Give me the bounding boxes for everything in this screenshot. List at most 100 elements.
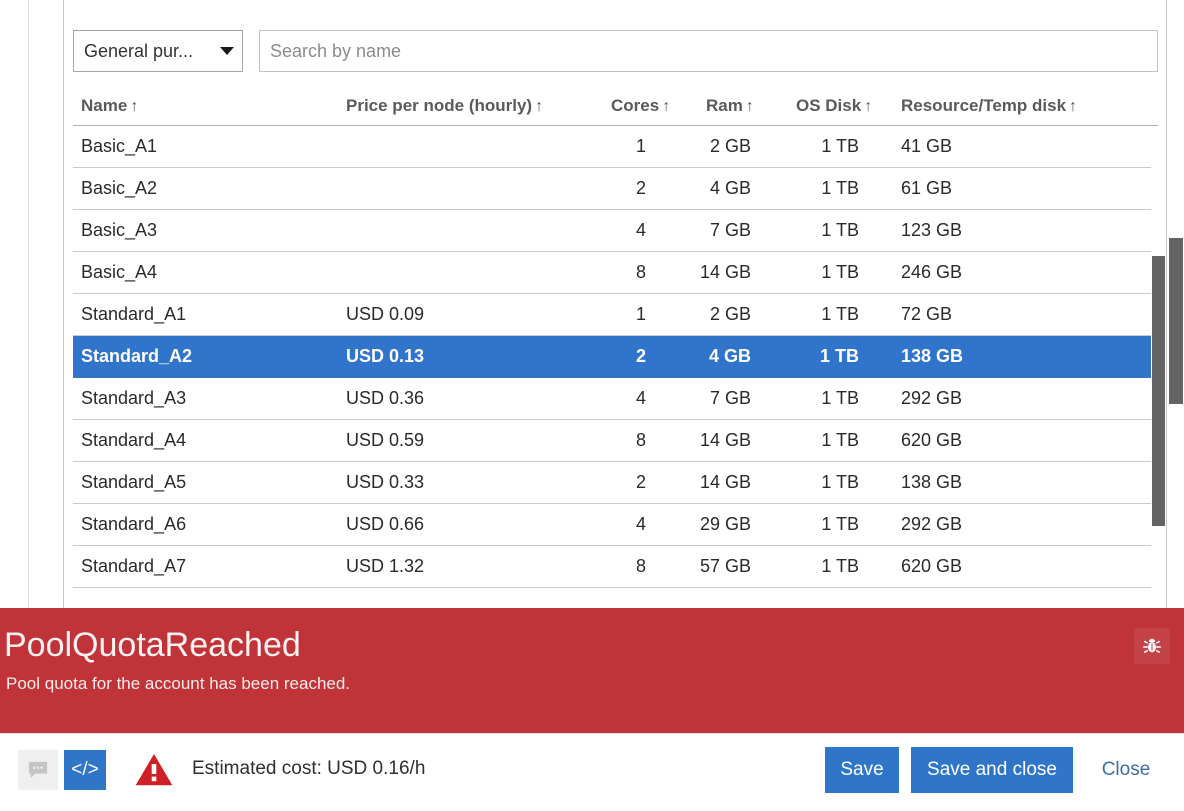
column-header-name-label: Name (81, 95, 128, 115)
page-scrollbar-track[interactable] (1168, 0, 1184, 608)
cell-cores: 4 (635, 220, 646, 240)
cell-name: Standard_A6 (81, 514, 187, 534)
chat-bubble-icon (28, 761, 48, 779)
table-row[interactable]: Basic_A4 8 14 GB 1 TB 246 GB (73, 252, 1158, 294)
table-row[interactable]: Basic_A2 2 4 GB 1 TB 61 GB (73, 168, 1158, 210)
cell-os-disk: 1 TB (821, 514, 859, 534)
filter-row: General pur... (73, 30, 1158, 72)
chevron-down-icon (220, 47, 234, 55)
cell-os-disk: 1 TB (821, 262, 859, 282)
table-scrollbar-thumb[interactable] (1152, 256, 1165, 526)
cell-price: USD 0.59 (346, 430, 425, 450)
column-header-resource-temp-disk[interactable]: Resource/Temp disk ↑ (901, 96, 1131, 116)
cell-cores: 8 (635, 430, 646, 450)
table-scrollbar-track[interactable] (1151, 128, 1166, 608)
cell-resource-temp-disk: 620 GB (901, 430, 963, 450)
column-header-name[interactable]: Name ↑ (81, 96, 346, 116)
cell-os-disk: 1 TB (821, 556, 859, 576)
cell-cores: 2 (635, 472, 646, 492)
cell-os-disk: 1 TB (821, 220, 859, 240)
sku-category-select-value: General pur... (84, 40, 194, 61)
pool-configuration-blade: General pur... Name↑ Price per node (hou… (0, 0, 1184, 811)
cell-cores: 8 (635, 556, 646, 576)
page-scrollbar-thumb[interactable] (1169, 238, 1183, 404)
table-body: Basic_A1 1 2 GB 1 TB 41 GB Basic_A2 2 4 GB 1 TB 6… (73, 126, 1158, 608)
cell-cores: 1 (635, 304, 646, 324)
cell-os-disk: 1 TB (819, 346, 859, 366)
table-row[interactable]: Standard_A3 USD 0.36 4 7 GB 1 TB 292 GB (73, 378, 1158, 420)
error-message: Pool quota for the account has been reac… (6, 674, 351, 693)
cell-resource-temp-disk: 292 GB (901, 514, 963, 534)
sort-ascending-icon: ↑ (1069, 97, 1078, 115)
save-and-close-button[interactable]: Save and close (911, 747, 1073, 793)
cell-name: Standard_A5 (81, 472, 187, 492)
table-row[interactable]: Basic_A3 4 7 GB 1 TB 123 GB (73, 210, 1158, 252)
cell-name: Basic_A2 (81, 178, 158, 198)
cell-price: USD 0.66 (346, 514, 425, 534)
cell-cores: 4 (635, 514, 646, 534)
column-header-os-disk[interactable]: OS Disk ↑ (796, 96, 901, 116)
cell-os-disk: 1 TB (821, 178, 859, 198)
cell-price: USD 0.33 (346, 472, 425, 492)
column-header-cores-label: Cores (611, 95, 660, 115)
blade-gutter-divider (28, 0, 29, 608)
table-row[interactable]: Standard_A5 USD 0.33 2 14 GB 1 TB 138 GB (73, 462, 1158, 504)
table-row[interactable]: Standard_A6 USD 0.66 4 29 GB 1 TB 292 GB (73, 504, 1158, 546)
warning-triangle-icon (132, 748, 176, 790)
table-row[interactable]: Standard_A7 USD 1.32 8 57 GB 1 TB 620 GB (73, 546, 1158, 588)
cell-price: USD 1.32 (346, 556, 425, 576)
column-header-os-disk-label: OS Disk (796, 95, 862, 115)
view-script-button[interactable]: </> (64, 750, 106, 790)
cell-ram: 7 GB (709, 220, 751, 240)
cell-resource-temp-disk: 123 GB (901, 220, 963, 240)
search-input[interactable] (259, 30, 1158, 72)
table-row[interactable] (73, 588, 1158, 608)
cell-cores: 2 (635, 178, 646, 198)
cell-os-disk: 1 TB (821, 136, 859, 156)
cell-ram: 7 GB (709, 388, 751, 408)
cell-resource-temp-disk: 620 GB (901, 556, 963, 576)
cell-resource-temp-disk: 138 GB (901, 472, 963, 492)
cell-resource-temp-disk: 246 GB (901, 262, 963, 282)
sku-category-select[interactable]: General pur... (73, 30, 243, 72)
cell-os-disk: 1 TB (821, 472, 859, 492)
cell-name: Basic_A4 (81, 262, 158, 282)
sort-ascending-icon: ↑ (535, 97, 544, 115)
cell-ram: 4 GB (708, 346, 751, 366)
table-row[interactable]: Basic_A1 1 2 GB 1 TB 41 GB (73, 126, 1158, 168)
cell-ram: 14 GB (699, 472, 751, 492)
cell-resource-temp-disk: 41 GB (901, 136, 953, 156)
cell-name: Basic_A1 (81, 136, 158, 156)
report-bug-button[interactable] (1134, 628, 1170, 664)
column-header-resource-temp-disk-label: Resource/Temp disk (901, 95, 1067, 115)
code-brackets-icon: </> (71, 759, 99, 780)
cell-ram: 4 GB (709, 178, 751, 198)
cell-price: USD 0.36 (346, 388, 425, 408)
cell-ram: 14 GB (699, 262, 751, 282)
column-header-ram[interactable]: Ram ↑ (706, 96, 796, 116)
feedback-button[interactable] (18, 750, 58, 790)
table-row[interactable]: Standard_A1 USD 0.09 1 2 GB 1 TB 72 GB (73, 294, 1158, 336)
cell-price: USD 0.13 (346, 346, 425, 366)
cell-name: Standard_A7 (81, 556, 187, 576)
column-header-price[interactable]: Price per node (hourly) ↑ (346, 96, 611, 116)
table-row[interactable]: Standard_A4 USD 0.59 8 14 GB 1 TB 620 GB (73, 420, 1158, 462)
cell-os-disk: 1 TB (821, 304, 859, 324)
cell-cores: 4 (635, 388, 646, 408)
bug-icon (1143, 638, 1161, 654)
close-button[interactable]: Close (1085, 747, 1167, 793)
cell-os-disk: 1 TB (821, 388, 859, 408)
column-header-price-label: Price per node (hourly) (346, 95, 533, 115)
save-button[interactable]: Save (825, 747, 899, 793)
column-header-cores[interactable]: Cores ↑ (611, 96, 706, 116)
cell-name: Standard_A1 (81, 304, 187, 324)
table-row[interactable]: Standard_A2 USD 0.13 2 4 GB 1 TB 138 GB (73, 336, 1158, 378)
cell-name: Standard_A3 (81, 388, 187, 408)
cell-cores: 2 (635, 346, 646, 366)
cell-name: Basic_A3 (81, 220, 158, 240)
table-header-row: Name ↑ Price per node (hourly) ↑ Cores ↑ Ra… (73, 86, 1158, 126)
sort-ascending-icon: ↑ (745, 97, 754, 115)
cell-ram: 2 GB (709, 136, 751, 156)
column-header-ram-label: Ram (706, 95, 743, 115)
cell-cores: 1 (635, 136, 646, 156)
